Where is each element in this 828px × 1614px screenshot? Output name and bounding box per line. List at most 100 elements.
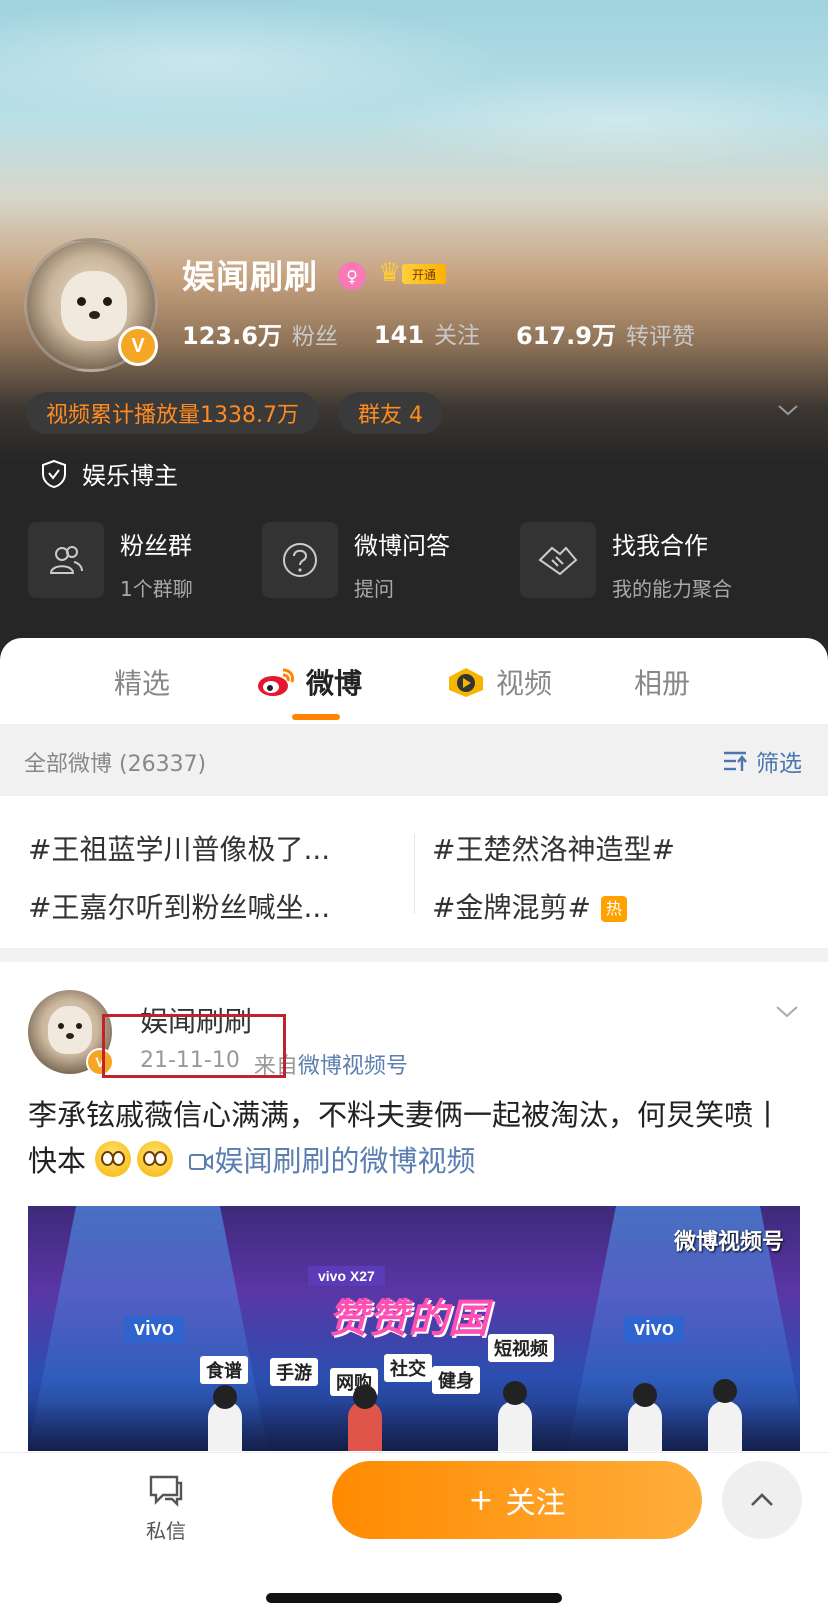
shocked-emoji-icon [137,1141,174,1177]
section-divider [0,948,828,962]
person-head [213,1385,237,1409]
bottom-action-bar: 私信 + 关注 [0,1452,828,1614]
role-label: 娱乐博主 [82,462,178,490]
dog-face [61,271,127,341]
person-head [353,1385,377,1409]
tab-weibo[interactable]: 微博 [256,662,362,702]
dog-nose [89,311,100,319]
person-head [633,1383,657,1407]
stage-word: 健身 [432,1366,480,1394]
topic-list: #王祖蓝学川普像极了... #王楚然洛神造型# #王嘉尔听到粉丝喊坐... #金… [0,796,828,948]
person [628,1401,662,1451]
follow-button[interactable]: + 关注 [332,1461,702,1539]
service-qa[interactable]: 微博问答 提问 [262,522,450,602]
chevron-up-icon [751,1493,773,1506]
filter-label: 筛选 [756,751,802,777]
service-title: 粉丝群 [120,532,192,560]
filter-icon [724,751,747,771]
group-friends-chip[interactable]: 群友 4 [338,392,443,434]
stat-value: 141 [373,321,425,349]
dog-eye [76,1023,82,1029]
direct-message-button[interactable]: 私信 [138,1473,194,1544]
video-plays-chip[interactable]: 视频累计播放量1338.7万 [26,392,319,434]
chevron-down-icon[interactable] [774,998,800,1024]
filter-button[interactable]: 筛选 [722,744,802,778]
vivo-sign: vivo [124,1316,185,1343]
video-thumbnail[interactable]: vivo vivo vivo X27 赞赞的国 食谱 手游 网购 社交 健身 短… [28,1206,800,1451]
stage-word: 短视频 [488,1334,554,1362]
chevron-down-icon[interactable] [776,398,800,422]
stat-value: 123.6万 [182,322,282,350]
service-subtitle: 提问 [354,577,394,601]
person-head [503,1381,527,1405]
stage-word: 社交 [384,1354,432,1382]
post-source-link[interactable]: 微博视频号 [298,1054,408,1079]
post-text: 李承铉戚薇信心满满，不料夫妻俩一起被淘汰，何炅笑喷丨快本 娱闻刷刷的微博视频 [28,1092,800,1184]
weibo-logo-icon [258,668,294,696]
plus-icon: + [468,1482,494,1518]
video-watermark: 微博视频号 [673,1230,784,1255]
shield-icon [42,459,66,488]
stage-word: 手游 [270,1358,318,1386]
dog-eye [77,297,86,306]
dm-label: 私信 [146,1519,186,1543]
home-indicator [266,1593,562,1603]
service-subtitle: 1个群聊 [120,577,193,601]
people-icon [28,522,104,598]
female-icon: ♀ [338,262,366,290]
stat-label: 转评赞 [625,324,695,350]
vip-badge[interactable]: ♛ 开通 [378,258,446,288]
stat-value: 617.9万 [516,322,616,350]
chat-icon [149,1475,183,1507]
video-link-text: 娱闻刷刷的微博视频 [214,1144,476,1178]
profile-name: 娱闻刷刷 [182,257,318,296]
tab-video[interactable]: 视频 [446,662,552,702]
stat-following[interactable]: 141 关注 [374,316,480,351]
tab-featured[interactable]: 精选 [114,662,170,702]
profile-tabs: 精选 微博 视频 相册 [0,638,828,724]
tab-label: 视频 [496,667,553,700]
dog-eye [103,297,112,306]
vivo-model-sign: vivo X27 [308,1266,385,1286]
highlight-annotation [102,1014,286,1078]
service-subtitle: 我的能力聚合 [612,577,732,601]
stat-followers[interactable]: 123.6万 粉丝 [182,316,338,351]
stage-word: 食谱 [200,1356,248,1384]
cover-sky [0,0,828,250]
role-tag[interactable]: 娱乐博主 [40,456,178,491]
person [708,1401,742,1451]
filter-bar: 全部微博 (26337) 筛选 [0,724,828,796]
hot-badge: 热 [600,896,627,922]
service-fan-group[interactable]: 粉丝群 1个群聊 [28,522,193,602]
follow-label: 关注 [505,1486,566,1521]
topic-text: #金牌混剪# [432,891,591,924]
vip-label: 开通 [402,264,446,284]
topic-link[interactable]: #王楚然洛神造型# [432,828,802,868]
topic-link[interactable]: #王祖蓝学川普像极了... [28,828,378,868]
active-tab-indicator [292,714,340,720]
tab-album[interactable]: 相册 [634,662,690,702]
stat-label: 粉丝 [291,324,338,350]
service-title: 微博问答 [354,532,450,560]
person [498,1401,532,1451]
service-title: 找我合作 [612,532,708,560]
dog-nose [66,1033,74,1039]
all-weibo-count: 全部微博 (26337) [24,752,207,777]
verified-badge-icon: V [118,326,158,366]
vivo-sign: vivo [624,1316,685,1343]
stat-interactions[interactable]: 617.9万 转评赞 [516,316,695,351]
person-head [713,1379,737,1403]
stage-audience [28,1379,800,1451]
video-camera-icon [189,1154,214,1170]
service-cooperate[interactable]: 找我合作 我的能力聚合 [520,522,732,602]
topic-link[interactable]: #金牌混剪# 热 [432,886,802,926]
tab-label: 微博 [306,667,363,700]
stat-label: 关注 [434,323,481,349]
shocked-emoji-icon [95,1141,132,1177]
video-icon [449,668,483,697]
video-link[interactable]: 娱闻刷刷的微博视频 [188,1144,475,1178]
topic-link[interactable]: #王嘉尔听到粉丝喊坐... [28,886,378,926]
dog-face [48,1006,92,1054]
scroll-top-button[interactable] [722,1461,802,1539]
profile-stats: 123.6万 粉丝 141 关注 617.9万 转评赞 [182,316,695,351]
